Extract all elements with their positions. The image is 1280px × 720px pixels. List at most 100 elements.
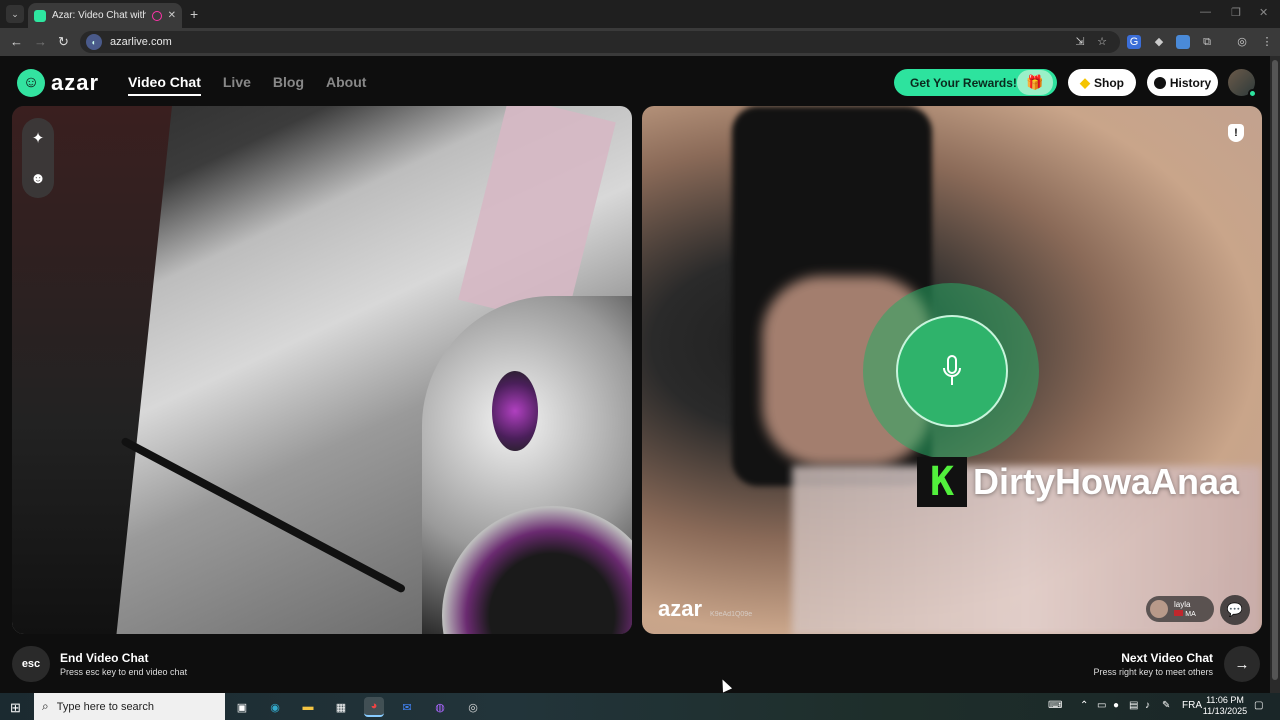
report-shield-icon[interactable]: ! xyxy=(1228,124,1244,142)
volume-icon[interactable]: ♪ xyxy=(1145,700,1150,711)
minimize-button[interactable]: — xyxy=(1200,6,1211,18)
kick-logo-icon: K xyxy=(917,457,967,507)
search-icon: ⌕ xyxy=(42,699,49,713)
partner-profile[interactable]: layla MA xyxy=(1146,596,1214,622)
translate-extension-icon[interactable]: G xyxy=(1127,35,1141,49)
watermark-logo: azar xyxy=(658,596,703,621)
browser-tab-bar: ⌄ Azar: Video Chat with New ✕ + — ❐ ✕ xyxy=(0,0,1280,28)
logo-text: azar xyxy=(51,70,100,95)
mic-tray-icon[interactable]: ● xyxy=(1113,700,1119,711)
face-filter-icon[interactable]: ☻ xyxy=(30,170,46,187)
nav-blog[interactable]: Blog xyxy=(273,74,304,96)
new-tab-button[interactable]: + xyxy=(190,6,198,22)
obs-icon[interactable]: ◎ xyxy=(463,697,483,717)
nav-video-chat[interactable]: Video Chat xyxy=(128,74,201,96)
streamer-name: DirtyHowaAnaa xyxy=(973,461,1240,502)
end-chat-button[interactable]: esc xyxy=(12,646,50,682)
shop-button[interactable]: ◆ Shop xyxy=(1068,69,1136,96)
task-view-icon[interactable]: ▣ xyxy=(232,697,252,717)
azar-logo[interactable]: ☺ azar xyxy=(17,69,99,97)
user-avatar[interactable] xyxy=(1228,69,1257,98)
profile-icon[interactable]: ◎ xyxy=(1235,35,1249,49)
partner-avatar xyxy=(1150,600,1168,618)
discord-icon[interactable]: ◍ xyxy=(430,697,450,717)
address-bar[interactable]: ◐ azarlive.com xyxy=(80,31,1120,53)
tray-expand-icon[interactable]: ⌃ xyxy=(1080,700,1088,711)
extensions-puzzle-icon[interactable]: ⧉ xyxy=(1200,35,1214,49)
gem-icon: ◆ xyxy=(1080,74,1090,90)
tab-list-chevron-icon[interactable]: ⌄ xyxy=(6,5,24,23)
microphone-button[interactable] xyxy=(896,315,1008,427)
file-explorer-icon[interactable]: ▬ xyxy=(298,697,318,717)
local-video: ✦ ☻ xyxy=(12,106,632,634)
taskbar-search[interactable]: ⌕ Type here to search xyxy=(34,693,225,720)
online-status-dot xyxy=(1248,89,1257,98)
scroll-thumb[interactable] xyxy=(1272,60,1278,680)
notifications-icon[interactable]: ▢ xyxy=(1254,700,1263,711)
restore-button[interactable]: ❐ xyxy=(1231,6,1241,19)
install-app-icon[interactable]: ⇲ xyxy=(1073,35,1087,49)
azar-logo-icon: ☺ xyxy=(17,69,45,97)
partner-name: layla xyxy=(1174,599,1191,609)
pen-icon[interactable]: ✎ xyxy=(1162,700,1170,711)
back-arrow-icon[interactable]: ← xyxy=(10,34,23,49)
diamond-extension-icon[interactable]: ◆ xyxy=(1152,35,1166,49)
recording-icon xyxy=(151,10,162,21)
edge-icon[interactable]: ◉ xyxy=(265,697,285,717)
keyboard-icon[interactable]: ⌨ xyxy=(1048,700,1062,711)
azar-app: ☺ azar Video Chat Live Blog About Get Yo… xyxy=(0,56,1270,693)
stream-overlay: K DirtyHowaAnaa xyxy=(917,457,1239,507)
kick-logo-letter: K xyxy=(929,459,955,505)
language-indicator[interactable]: FRA xyxy=(1182,700,1202,711)
main-nav: Video Chat Live Blog About xyxy=(128,74,366,96)
clock-time: 11:06 PM xyxy=(1206,695,1244,705)
video-frame-cable xyxy=(120,436,407,594)
outlook-icon[interactable]: ✉ xyxy=(397,697,417,717)
nav-about[interactable]: About xyxy=(326,74,366,96)
azar-favicon-icon xyxy=(34,9,46,22)
partner-info: layla MA xyxy=(1174,600,1196,619)
azar-watermark: azar K9eAd1Q09e xyxy=(658,596,752,622)
tab-title: Azar: Video Chat with New xyxy=(52,10,146,21)
next-chat-hint: Press right key to meet others xyxy=(1093,667,1213,677)
clock-icon xyxy=(1153,76,1166,89)
store-icon[interactable]: ▦ xyxy=(331,697,351,717)
mouse-cursor-icon xyxy=(717,677,733,693)
next-arrow-button[interactable]: → xyxy=(1224,646,1260,682)
watermark-id: K9eAd1Q09e xyxy=(710,611,753,618)
history-button[interactable]: History xyxy=(1147,69,1218,96)
clock-date: 11/13/2025 xyxy=(1202,706,1248,716)
windows-start-icon[interactable]: ⊞ xyxy=(10,700,21,716)
browser-toolbar: ← → ↻ ◐ azarlive.com ⇲ ☆ G ◆ ⧉ ◎ ⋮ xyxy=(0,28,1280,56)
tab-close-icon[interactable]: ✕ xyxy=(168,10,176,21)
site-info-icon[interactable]: ◐ xyxy=(86,34,102,50)
page-scrollbar[interactable] xyxy=(1270,56,1280,693)
forward-arrow-icon[interactable]: → xyxy=(34,34,47,49)
battery-icon[interactable]: ▭ xyxy=(1097,700,1106,711)
effects-toolbar: ✦ ☻ xyxy=(22,118,54,198)
remote-video: ! K DirtyHowaAnaa azar K9eAd1Q09e layla … xyxy=(642,106,1262,634)
morocco-flag-icon xyxy=(1174,609,1183,616)
network-icon[interactable]: ▤ xyxy=(1129,700,1138,711)
nav-live[interactable]: Live xyxy=(223,74,251,96)
reload-icon[interactable]: ↻ xyxy=(58,34,69,50)
taskbar-clock[interactable]: 11:06 PM 11/13/2025 xyxy=(1200,695,1250,717)
end-chat-title: End Video Chat xyxy=(60,651,149,665)
chrome-icon[interactable]: ◕ xyxy=(364,697,384,717)
browser-tab[interactable]: Azar: Video Chat with New ✕ xyxy=(28,3,182,28)
search-placeholder: Type here to search xyxy=(56,700,154,713)
next-chat-title: Next Video Chat xyxy=(1121,651,1213,665)
shop-label: Shop xyxy=(1094,75,1124,90)
video-frame-speaker-light xyxy=(492,371,538,451)
partner-country: MA xyxy=(1185,610,1196,618)
end-chat-hint: Press esc key to end video chat xyxy=(60,667,188,677)
get-rewards-button[interactable]: Get Your Rewards! 🎁 xyxy=(894,69,1057,96)
browser-menu-icon[interactable]: ⋮ xyxy=(1260,35,1274,49)
chat-bubble-icon[interactable]: 💬 xyxy=(1220,595,1250,625)
bookmark-star-icon[interactable]: ☆ xyxy=(1095,35,1109,49)
sparkle-effects-icon[interactable]: ✦ xyxy=(32,129,45,147)
rewards-label: Get Your Rewards! xyxy=(910,75,1017,90)
window-close-button[interactable]: ✕ xyxy=(1259,6,1268,19)
gift-icon: 🎁 xyxy=(1017,70,1053,95)
image-extension-icon[interactable] xyxy=(1176,35,1190,49)
